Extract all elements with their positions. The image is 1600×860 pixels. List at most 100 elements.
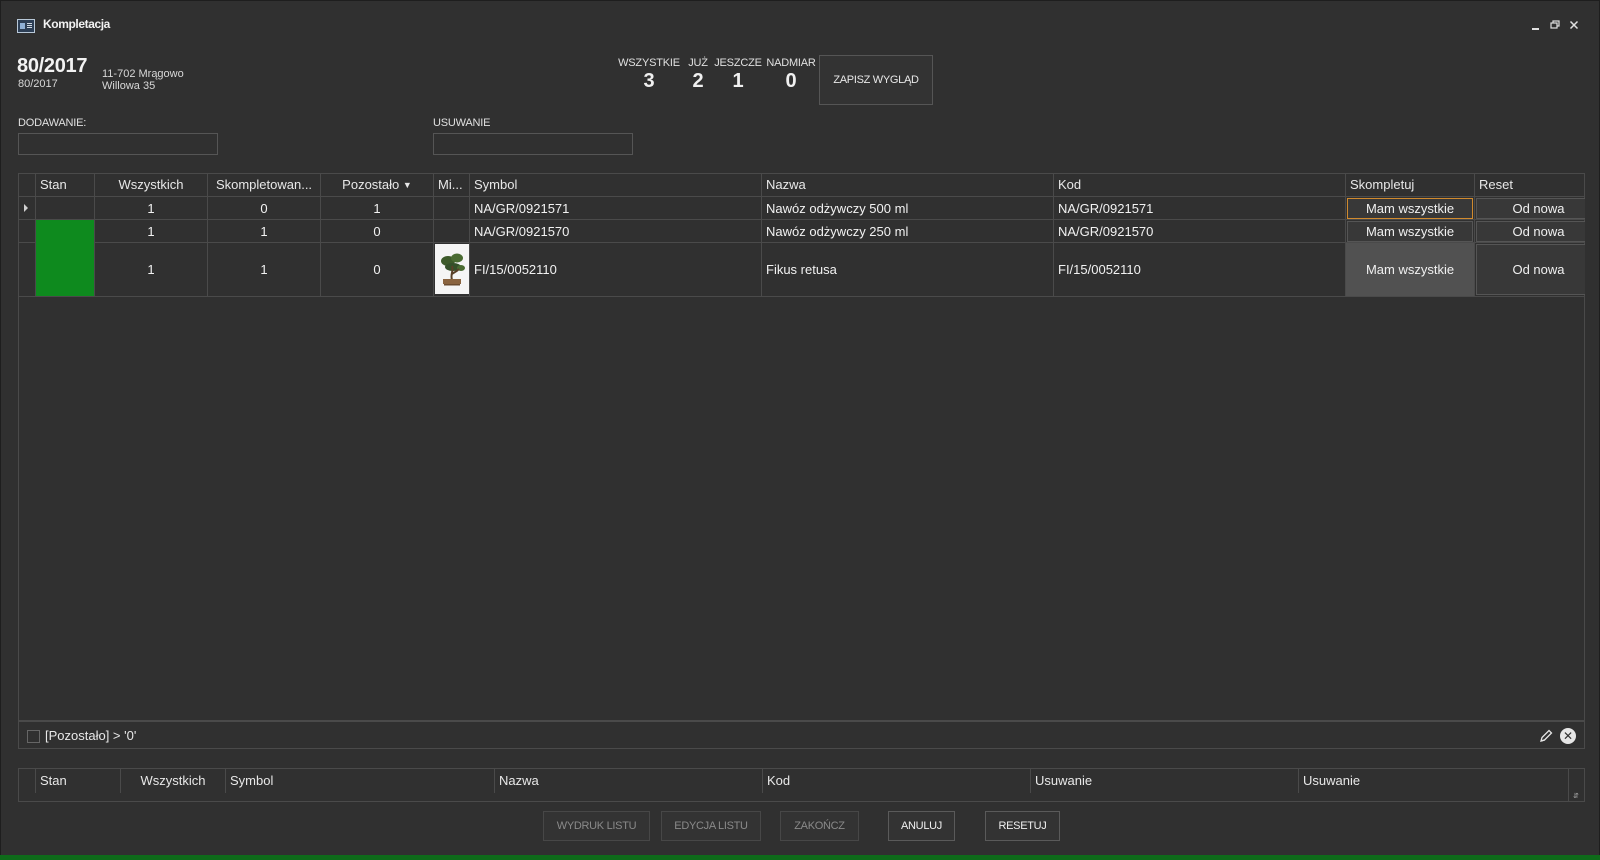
header-usuwanie-2[interactable]: Usuwanie [1299, 769, 1569, 793]
cell-nazwa: Nawóz odżywczy 500 ml [762, 197, 1054, 220]
cancel-button[interactable]: ANULUJ [888, 811, 955, 841]
header-wszystkich[interactable]: Wszystkich [95, 174, 208, 196]
header-symbol[interactable]: Symbol [226, 769, 495, 793]
cell-stan-complete [36, 220, 95, 243]
cell-skompletowane: 1 [208, 220, 321, 243]
od-nowa-button[interactable]: Od nowa [1476, 221, 1585, 242]
header-stan[interactable]: Stan [36, 174, 95, 196]
document-address: 11-702 Mrągowo Willowa 35 [102, 68, 184, 92]
counter-done-label: JUŻ [688, 57, 708, 69]
mam-wszystkie-button[interactable]: Mam wszystkie [1347, 198, 1473, 219]
counter-remaining-value: 1 [732, 70, 744, 92]
cell-reset: Od nowa [1475, 220, 1585, 243]
cell-skompletuj: Mam wszystkie [1346, 243, 1475, 296]
cell-kod: FI/15/0052110 [1054, 243, 1346, 296]
cell-skompletuj: Mam wszystkie [1346, 220, 1475, 243]
filter-expression[interactable]: [Pozostało] > '0' [45, 728, 136, 743]
reset-button[interactable]: RESETUJ [985, 811, 1060, 841]
table-row[interactable]: 1 1 0 NA/GR/0921570 Nawóz odżywczy 250 m… [19, 220, 1585, 243]
header-pozostalo-label: Pozostało [342, 177, 400, 192]
cell-miniatura [434, 220, 470, 243]
header-wszystkich[interactable]: Wszystkich [121, 769, 226, 793]
close-icon[interactable] [1567, 18, 1581, 32]
counter-remaining-label: JESZCZE [714, 57, 762, 69]
title-bar: Kompletacja [1, 1, 1599, 47]
table-row[interactable]: 1 0 1 NA/GR/0921571 Nawóz odżywczy 500 m… [19, 197, 1585, 220]
cell-nazwa: Fikus retusa [762, 243, 1054, 296]
cell-wszystkich: 1 [95, 220, 208, 243]
cell-pozostalo: 0 [321, 220, 434, 243]
header-usuwanie-1[interactable]: Usuwanie [1031, 769, 1299, 793]
app-icon [17, 19, 35, 33]
header-row-selector [19, 174, 36, 196]
print-list-button[interactable]: WYDRUK LISTU [543, 811, 650, 841]
counter-excess-value: 0 [785, 70, 797, 92]
filter-enable-checkbox[interactable] [27, 730, 40, 743]
add-input[interactable] [18, 133, 218, 155]
grid-header: Stan Wszystkich Skompletowan... Pozostał… [19, 174, 1584, 197]
header-nazwa[interactable]: Nazwa [495, 769, 763, 793]
cell-symbol: NA/GR/0921571 [470, 197, 762, 220]
cell-pozostalo: 0 [321, 243, 434, 296]
cell-reset: Od nowa [1475, 243, 1585, 296]
cell-stan [36, 197, 95, 220]
header-row-selector [19, 769, 36, 793]
cell-kod: NA/GR/0921571 [1054, 197, 1346, 220]
header-nazwa[interactable]: Nazwa [762, 174, 1054, 196]
mam-wszystkie-button[interactable]: Mam wszystkie [1347, 221, 1473, 242]
restore-icon[interactable] [1548, 18, 1562, 32]
cell-symbol: FI/15/0052110 [470, 243, 762, 296]
current-row-icon [24, 204, 28, 212]
row-selector[interactable] [19, 197, 36, 220]
header-reset[interactable]: Reset [1475, 174, 1585, 196]
counter-excess-label: NADMIAR [766, 57, 816, 69]
cell-symbol: NA/GR/0921570 [470, 220, 762, 243]
minimize-icon[interactable] [1529, 18, 1543, 32]
cell-skompletowane: 1 [208, 243, 321, 296]
cell-kod: NA/GR/0921570 [1054, 220, 1346, 243]
header-skompletowane[interactable]: Skompletowan... [208, 174, 321, 196]
cell-nazwa: Nawóz odżywczy 250 ml [762, 220, 1054, 243]
edit-filter-pencil-icon[interactable] [1538, 728, 1554, 744]
cell-pozostalo: 1 [321, 197, 434, 220]
counter-all-value: 3 [643, 70, 655, 92]
cell-wszystkich: 1 [95, 197, 208, 220]
mam-wszystkie-button[interactable]: Mam wszystkie [1346, 243, 1474, 296]
od-nowa-button[interactable]: Od nowa [1476, 198, 1585, 219]
cell-skompletuj: Mam wszystkie [1346, 197, 1475, 220]
cell-miniatura [434, 197, 470, 220]
address-line-2: Willowa 35 [102, 80, 156, 92]
clear-filter-icon[interactable]: ✕ [1560, 728, 1576, 744]
header-kod[interactable]: Kod [1054, 174, 1346, 196]
od-nowa-button[interactable]: Od nowa [1476, 244, 1585, 295]
header-symbol[interactable]: Symbol [470, 174, 762, 196]
bonsai-thumbnail-image[interactable] [435, 244, 469, 294]
scroll-down-icon[interactable]: ⇵ [1568, 793, 1583, 801]
cell-wszystkich: 1 [95, 243, 208, 296]
header-kod[interactable]: Kod [763, 769, 1031, 793]
counter-excess: NADMIAR 0 [765, 57, 817, 93]
document-sub-number: 80/2017 [18, 78, 58, 90]
table-row[interactable]: 1 1 0 FI/15/0052110 Fikus retusa FI/15/0… [19, 243, 1585, 297]
finish-button[interactable]: ZAKOŃCZ [780, 811, 859, 841]
row-selector[interactable] [19, 220, 36, 243]
window-bottom-border [0, 855, 1600, 860]
items-grid: Stan Wszystkich Skompletowan... Pozostał… [18, 173, 1585, 721]
cell-reset: Od nowa [1475, 197, 1585, 220]
header-stan[interactable]: Stan [36, 769, 121, 793]
remove-field-label: USUWANIE [433, 117, 491, 129]
row-selector[interactable] [19, 243, 36, 296]
header-skompletuj[interactable]: Skompletuj [1346, 174, 1475, 196]
document-number: 80/2017 [17, 55, 88, 77]
filter-panel: [Pozostało] > '0' ✕ [18, 721, 1585, 749]
add-field-label: DODAWANIE: [18, 117, 87, 129]
edit-list-button[interactable]: EDYCJA LISTU [661, 811, 761, 841]
save-layout-button[interactable]: ZAPISZ WYGLĄD [819, 55, 933, 105]
filter-icon[interactable]: ▼ [403, 180, 412, 190]
remove-input[interactable] [433, 133, 633, 155]
counter-all: WSZYSTKIE 3 [617, 57, 681, 93]
cell-skompletowane: 0 [208, 197, 321, 220]
counter-all-label: WSZYSTKIE [618, 57, 680, 69]
header-pozostalo[interactable]: Pozostało ▼ [321, 174, 434, 196]
header-miniatura[interactable]: Mi... [434, 174, 470, 196]
